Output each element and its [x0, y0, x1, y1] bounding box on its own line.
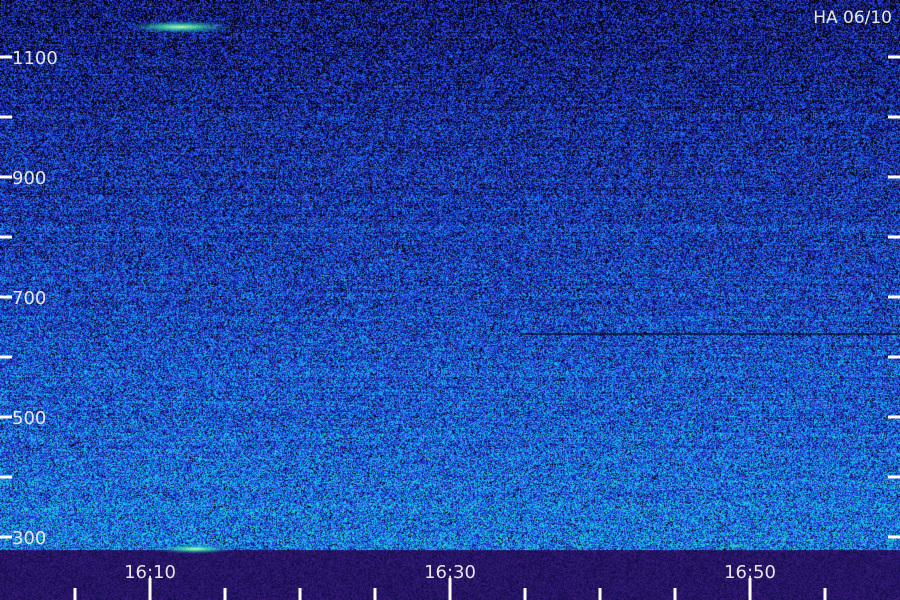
axis-overlay: 300 500 700 900 1100 16:10 16:30 16:50 H…: [0, 8, 900, 600]
x-tick-label-1610: 16:10: [124, 562, 176, 583]
y-tick-label-900: 900: [12, 168, 46, 189]
y-tick-labels: 300 500 700 900 1100: [12, 48, 58, 549]
x-tick-labels: 16:10 16:30 16:50: [124, 562, 776, 583]
chart-title: HA 06/10: [813, 8, 892, 28]
x-tick-label-1630: 16:30: [424, 562, 476, 583]
y-tick-label-300: 300: [12, 528, 46, 549]
y-tick-label-500: 500: [12, 408, 46, 429]
x-tick-label-1650: 16:50: [724, 562, 776, 583]
y-tick-label-700: 700: [12, 288, 46, 309]
y-tick-label-1100: 1100: [12, 48, 58, 69]
y-tick-marks: [0, 55, 900, 539]
